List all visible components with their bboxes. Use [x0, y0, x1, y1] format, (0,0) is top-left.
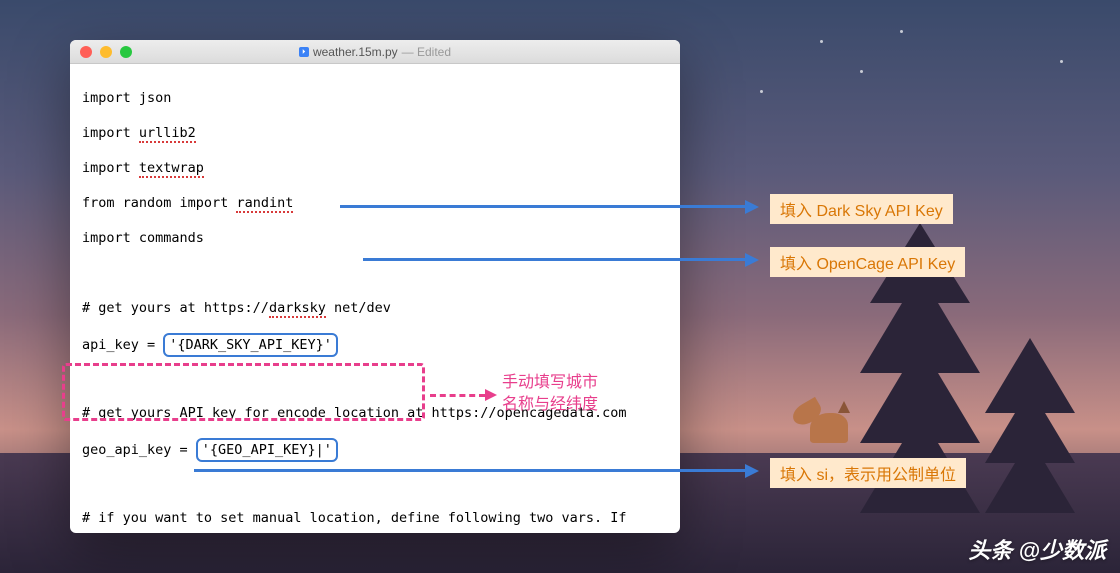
watermark: 头条 @少数派 — [968, 533, 1106, 565]
editor-window: weather.15m.py — Edited import json impo… — [70, 40, 680, 533]
code-area[interactable]: import json import urllib2 import textwr… — [70, 64, 680, 533]
close-icon[interactable] — [80, 46, 92, 58]
arrow-head-icon — [745, 200, 759, 214]
traffic-lights — [70, 46, 132, 58]
fox-icon — [800, 393, 860, 453]
code-line: geo_api_key = '{GEO_API_KEY}|' — [82, 440, 668, 458]
code-line — [82, 475, 668, 493]
code-line: from random import randint — [82, 195, 668, 213]
code-line: import json — [82, 90, 668, 108]
code-line: import commands — [82, 230, 668, 248]
titlebar[interactable]: weather.15m.py — Edited — [70, 40, 680, 64]
arrow-line — [363, 258, 745, 261]
code-line: # if you want to set manual location, de… — [82, 510, 668, 528]
code-line: import textwrap — [82, 160, 668, 178]
annotation-units: 填入 si，表示用公制单位 — [770, 458, 966, 488]
maximize-icon[interactable] — [120, 46, 132, 58]
code-line: import urllib2 — [82, 125, 668, 143]
geo-key-highlight: '{GEO_API_KEY}|' — [196, 438, 338, 462]
annotation-darksky: 填入 Dark Sky API Key — [770, 194, 953, 224]
arrow-head-icon — [745, 464, 759, 478]
edited-status: — Edited — [402, 45, 451, 59]
python-file-icon — [299, 47, 309, 57]
arrow-head-icon — [485, 389, 497, 401]
annotation-opencage: 填入 OpenCage API Key — [770, 247, 965, 277]
code-line — [82, 265, 668, 283]
minimize-icon[interactable] — [100, 46, 112, 58]
code-line: # get yours at https://darksky net/dev — [82, 300, 668, 318]
arrow-line — [194, 469, 745, 472]
window-title: weather.15m.py — [313, 45, 398, 59]
arrow-line — [340, 205, 745, 208]
arrow-head-icon — [745, 253, 759, 267]
arrow-dash — [430, 394, 485, 397]
api-key-highlight: '{DARK_SKY_API_KEY}' — [163, 333, 338, 357]
annotation-manual: 手动填写城市 名称与经纬度 — [502, 372, 598, 416]
code-line: api_key = '{DARK_SKY_API_KEY}' — [82, 335, 668, 353]
